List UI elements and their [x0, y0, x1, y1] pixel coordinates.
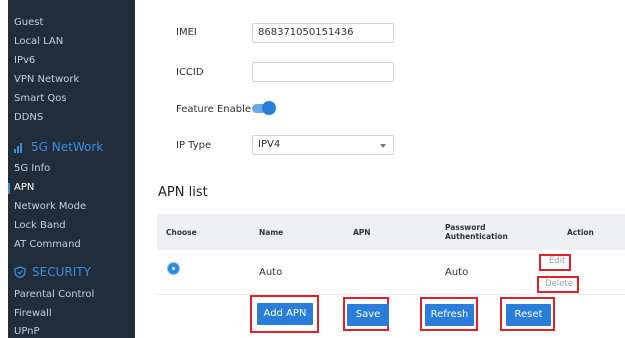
sidebar-item-local-lan[interactable]: Local LAN [14, 36, 63, 47]
sidebar-item-smart-qos[interactable]: Smart Qos [14, 93, 67, 104]
sidebar-item-network-mode[interactable]: Network Mode [14, 201, 86, 212]
sidebar-item-vpn-network[interactable]: VPN Network [14, 74, 79, 85]
row-authentication: Auto [445, 267, 469, 278]
sidebar-section-security[interactable]: SECURITY [14, 265, 91, 279]
ip-type-value: IPV4 [258, 139, 281, 150]
sidebar-item-ddns[interactable]: DDNS [14, 112, 43, 123]
apn-table-header: Choose Name APN Password Authentication … [157, 214, 625, 250]
imei-field[interactable]: 868371050151436 [252, 23, 394, 43]
col-action: Action [567, 228, 594, 237]
col-apn: APN [353, 228, 371, 237]
sidebar-item-apn[interactable]: APN [7, 182, 34, 194]
feature-enable-label: Feature Enable [176, 104, 252, 115]
signal-bars-icon [14, 142, 25, 153]
shield-icon [14, 266, 26, 278]
save-button[interactable]: Save [347, 304, 389, 326]
ip-type-select[interactable]: IPV4 [252, 135, 394, 155]
sidebar-item-parental-control[interactable]: Parental Control [14, 289, 94, 300]
sidebar-item-5g-info[interactable]: 5G Info [14, 163, 50, 174]
sidebar: Guest Local LAN IPv6 VPN Network Smart Q… [0, 0, 135, 338]
col-password: Password [445, 223, 486, 232]
ip-type-label: IP Type [176, 140, 212, 151]
sidebar-item-upnp[interactable]: UPnP [14, 326, 40, 337]
col-name: Name [259, 228, 284, 237]
feature-enable-toggle[interactable] [252, 101, 276, 115]
sidebar-item-ipv6[interactable]: IPv6 [14, 55, 35, 66]
delete-link[interactable]: Delete [545, 279, 573, 289]
sidebar-section-label: 5G NetWork [31, 140, 104, 154]
chevron-down-icon [380, 144, 386, 148]
edit-link[interactable]: Edit [549, 256, 565, 266]
sidebar-item-lock-band[interactable]: Lock Band [14, 220, 66, 231]
choose-radio[interactable] [168, 263, 179, 274]
reset-button[interactable]: Reset [506, 304, 551, 326]
apn-list-title: APN list [158, 185, 208, 200]
sidebar-section-5g-network[interactable]: 5G NetWork [14, 140, 103, 154]
toggle-knob [262, 101, 276, 115]
imei-label: IMEI [176, 27, 197, 38]
col-authentication: Authentication [445, 232, 508, 241]
row-name: Auto [259, 267, 283, 278]
sidebar-section-label: SECURITY [32, 265, 91, 279]
sidebar-item-guest[interactable]: Guest [14, 17, 43, 28]
iccid-field[interactable] [252, 62, 394, 82]
sidebar-item-at-command[interactable]: AT Command [14, 239, 81, 250]
refresh-button[interactable]: Refresh [425, 304, 474, 326]
iccid-label: ICCID [176, 67, 204, 78]
col-choose: Choose [166, 228, 197, 237]
sidebar-item-firewall[interactable]: Firewall [14, 308, 52, 319]
add-apn-button[interactable]: Add APN [257, 303, 313, 325]
